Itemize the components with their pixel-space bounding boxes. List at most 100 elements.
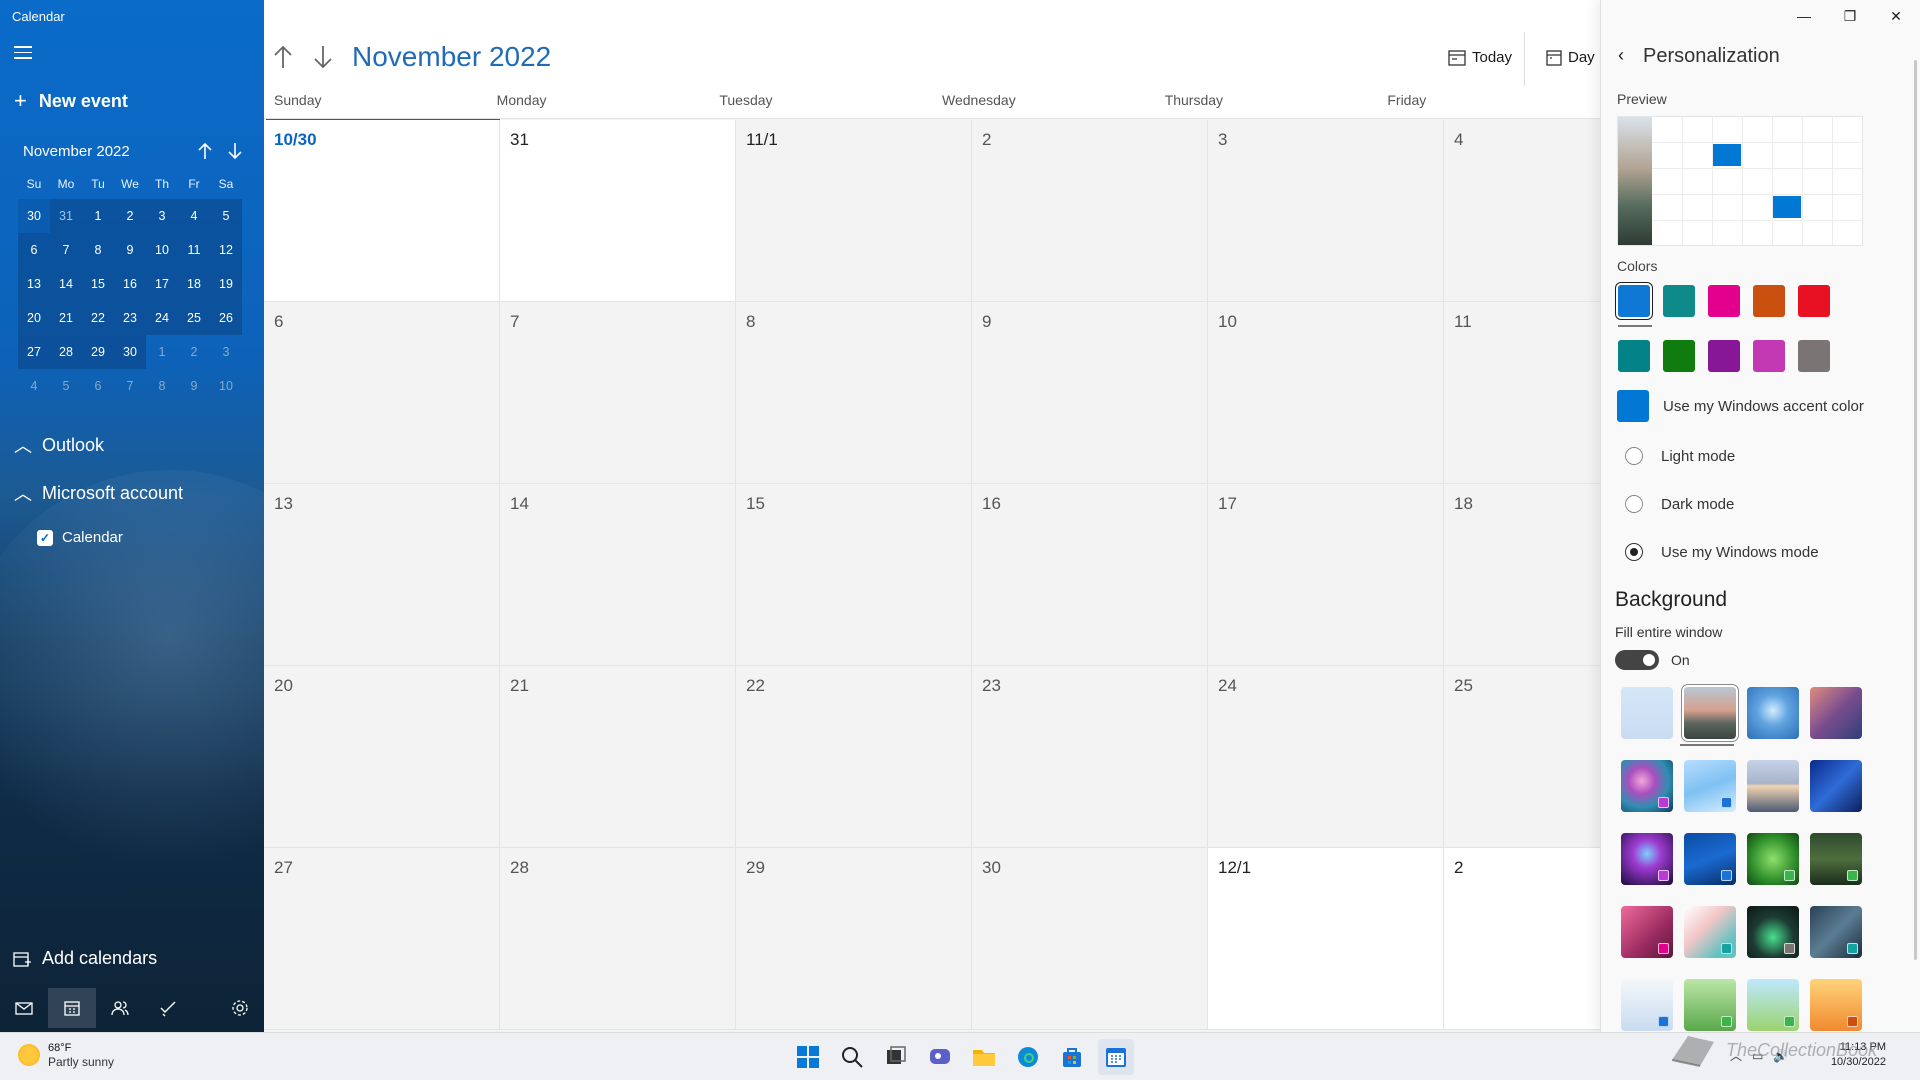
mini-calendar-day[interactable]: 2 [114, 199, 146, 233]
background-thumbnail[interactable] [1747, 906, 1799, 958]
background-thumbnail[interactable] [1684, 687, 1736, 739]
mini-calendar-day[interactable]: 1 [82, 199, 114, 233]
background-thumbnail[interactable] [1810, 979, 1862, 1031]
mini-calendar-day[interactable]: 30 [18, 199, 50, 233]
checkbox-checked-icon[interactable]: ✓ [37, 529, 53, 546]
mini-calendar-day[interactable]: 10 [210, 369, 242, 403]
back-arrow-icon[interactable]: ‹ [1609, 40, 1633, 70]
mini-calendar-day[interactable]: 22 [82, 301, 114, 335]
background-thumbnail[interactable] [1684, 979, 1736, 1031]
mini-calendar-day[interactable]: 7 [50, 233, 82, 267]
day-cell[interactable]: 8 [736, 302, 972, 484]
mini-calendar-day[interactable]: 5 [210, 199, 242, 233]
people-icon[interactable] [96, 988, 144, 1028]
mini-calendar-day[interactable]: 19 [210, 267, 242, 301]
day-cell[interactable]: 22 [736, 666, 972, 848]
mini-calendar-day[interactable]: 17 [146, 267, 178, 301]
background-thumbnail[interactable] [1621, 687, 1673, 739]
color-swatch[interactable] [1753, 340, 1785, 372]
background-thumbnail[interactable] [1747, 687, 1799, 739]
mini-calendar-day[interactable]: 4 [178, 199, 210, 233]
day-cell[interactable]: 6 [264, 302, 500, 484]
mini-calendar-day[interactable]: 1 [146, 335, 178, 369]
calendar-checkbox-item[interactable]: ✓ Calendar [37, 529, 123, 546]
color-swatch[interactable] [1708, 285, 1740, 317]
mini-calendar-day[interactable]: 28 [50, 335, 82, 369]
arrow-down-icon[interactable] [227, 142, 243, 160]
background-thumbnail[interactable] [1810, 906, 1862, 958]
arrow-up-icon[interactable] [197, 142, 213, 160]
background-thumbnail[interactable] [1621, 833, 1673, 885]
mini-calendar-day[interactable]: 30 [114, 335, 146, 369]
day-cell[interactable]: 27 [264, 848, 500, 1030]
day-cell[interactable]: 23 [972, 666, 1208, 848]
background-thumbnail[interactable] [1810, 687, 1862, 739]
dark-mode-option[interactable]: Dark mode [1625, 495, 1734, 513]
day-cell[interactable]: 16 [972, 484, 1208, 666]
calendar-icon[interactable] [48, 988, 96, 1028]
day-cell[interactable]: 14 [500, 484, 736, 666]
mail-icon[interactable] [0, 988, 48, 1028]
day-cell[interactable]: 3 [1208, 120, 1444, 302]
day-cell[interactable]: 9 [972, 302, 1208, 484]
mini-calendar-day[interactable]: 29 [82, 335, 114, 369]
mini-calendar-day[interactable]: 9 [178, 369, 210, 403]
settings-icon[interactable] [216, 988, 264, 1028]
color-swatch[interactable] [1798, 285, 1830, 317]
previous-month-arrow-icon[interactable] [272, 44, 294, 70]
mini-calendar-day[interactable]: 27 [18, 335, 50, 369]
day-cell[interactable]: 13 [264, 484, 500, 666]
mini-calendar-month[interactable]: November 2022 [23, 143, 130, 160]
pane-scrollbar[interactable] [1914, 60, 1917, 960]
color-swatch[interactable] [1663, 340, 1695, 372]
day-cell[interactable]: 10 [1208, 302, 1444, 484]
mini-calendar-day[interactable]: 16 [114, 267, 146, 301]
windows-mode-option[interactable]: Use my Windows mode [1625, 543, 1819, 561]
color-swatch[interactable] [1616, 283, 1652, 319]
task-view-icon[interactable] [878, 1039, 914, 1075]
background-thumbnail[interactable] [1747, 833, 1799, 885]
day-cell[interactable]: 30 [972, 848, 1208, 1030]
mini-calendar-day[interactable]: 7 [114, 369, 146, 403]
mini-calendar-day[interactable]: 6 [18, 233, 50, 267]
mini-calendar-day[interactable]: 24 [146, 301, 178, 335]
mini-calendar-day[interactable]: 8 [146, 369, 178, 403]
weather-widget[interactable]: 68°F Partly sunny [18, 1041, 114, 1069]
mini-calendar-day[interactable]: 3 [146, 199, 178, 233]
windows-accent-color-option[interactable]: Use my Windows accent color [1617, 390, 1864, 422]
new-event-button[interactable]: + New event [14, 90, 128, 112]
toggle-switch[interactable] [1615, 650, 1659, 670]
start-icon[interactable] [790, 1039, 826, 1075]
background-thumbnail[interactable] [1621, 760, 1673, 812]
todo-icon[interactable] [144, 988, 192, 1028]
mini-calendar-day[interactable]: 25 [178, 301, 210, 335]
day-cell[interactable]: 12/1 [1208, 848, 1444, 1030]
day-cell[interactable]: 2 [972, 120, 1208, 302]
close-icon[interactable]: ✕ [1873, 6, 1919, 26]
day-view-button[interactable]: Day [1546, 49, 1595, 66]
mini-calendar-day[interactable]: 23 [114, 301, 146, 335]
mini-calendar-day[interactable]: 14 [50, 267, 82, 301]
mini-calendar-day[interactable]: 8 [82, 233, 114, 267]
mini-calendar-day[interactable]: 20 [18, 301, 50, 335]
day-cell[interactable]: 21 [500, 666, 736, 848]
today-button[interactable]: Today [1448, 49, 1512, 66]
day-cell[interactable]: 24 [1208, 666, 1444, 848]
next-month-arrow-icon[interactable] [312, 44, 334, 70]
day-cell[interactable]: 7 [500, 302, 736, 484]
mini-calendar-day[interactable]: 12 [210, 233, 242, 267]
minimize-icon[interactable]: — [1781, 6, 1827, 26]
background-thumbnail[interactable] [1684, 906, 1736, 958]
day-cell[interactable]: 15 [736, 484, 972, 666]
mini-calendar-day[interactable]: 15 [82, 267, 114, 301]
account-outlook[interactable]: ︿ Outlook [14, 432, 104, 458]
day-cell[interactable]: 17 [1208, 484, 1444, 666]
calendar-app-icon[interactable] [1098, 1039, 1134, 1075]
background-thumbnail[interactable] [1621, 979, 1673, 1031]
mini-calendar-day[interactable]: 18 [178, 267, 210, 301]
day-cell[interactable]: 29 [736, 848, 972, 1030]
mini-calendar-day[interactable]: 21 [50, 301, 82, 335]
day-cell[interactable]: 11/1 [736, 120, 972, 302]
mini-calendar-day[interactable]: 3 [210, 335, 242, 369]
restore-icon[interactable]: ❐ [1827, 6, 1873, 26]
